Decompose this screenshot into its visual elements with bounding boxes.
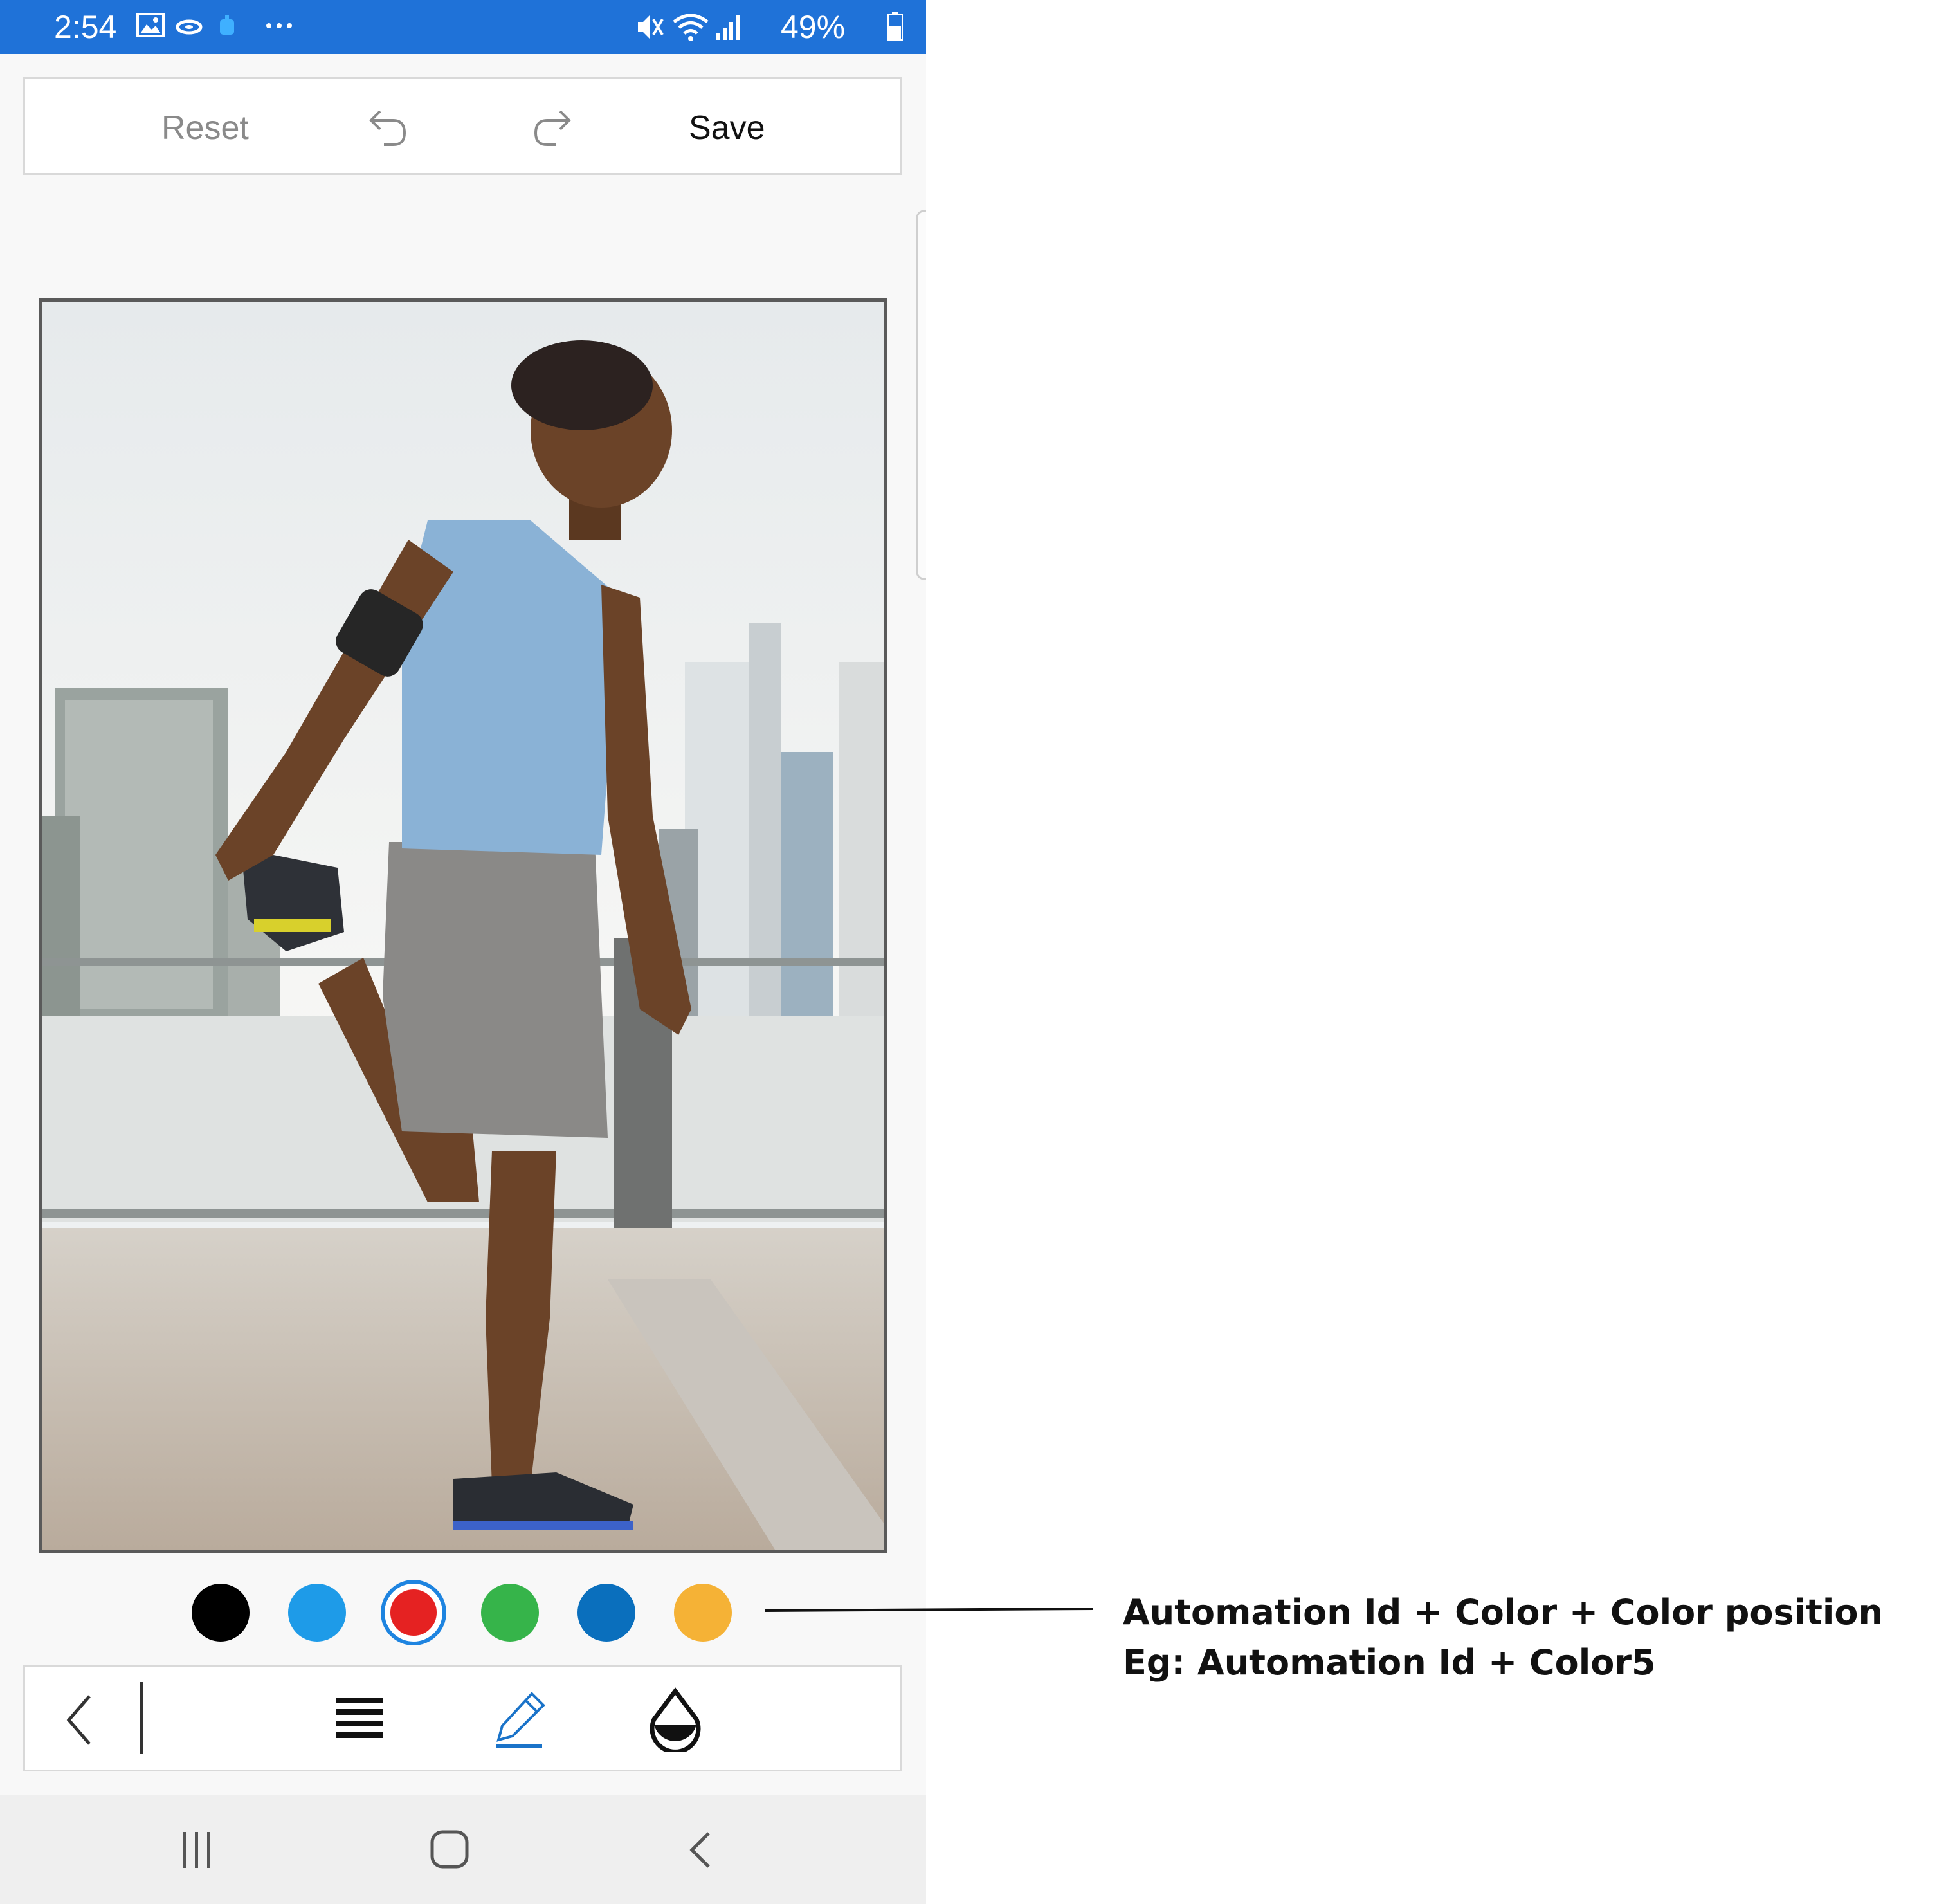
status-bar: 2:54 49% [0,0,926,54]
photo-image [42,302,884,1550]
undo-icon[interactable] [365,105,411,151]
color-palette [0,1580,926,1647]
recent-apps-icon[interactable] [177,1829,216,1871]
drawing-canvas[interactable] [39,298,887,1553]
mute-icon [638,15,664,39]
annotation-line-1: Automation Id + Color + Color position [1123,1592,1883,1633]
wifi-icon [673,14,709,41]
line-weight-icon[interactable] [334,1694,385,1745]
phone-screen: 2:54 49% Reset Save [0,0,926,1904]
annotation-note: Automation Id + Color + Color position E… [1123,1588,1895,1688]
redo-icon[interactable] [529,105,576,151]
status-time: 2:54 [54,9,117,45]
pen-icon[interactable] [493,1689,551,1750]
battery-percent: 49% [781,9,846,45]
signal-icon [716,15,740,40]
home-icon[interactable] [427,1827,472,1872]
ink-drop-icon[interactable] [646,1687,704,1752]
toolbar-divider [140,1682,143,1754]
color-swatch-2[interactable] [288,1584,346,1642]
bottom-toolbar [23,1665,902,1771]
app-icon [220,15,234,35]
gallery-icon [136,13,165,37]
system-nav-bar [0,1795,926,1904]
save-button[interactable]: Save [689,110,765,146]
annotation-pointer-line [765,1608,1093,1612]
back-icon[interactable] [686,1829,716,1871]
color-swatch-3[interactable] [385,1584,442,1642]
annotation-line-2: Eg: Automation Id + Color5 [1123,1642,1656,1683]
color-swatch-5[interactable] [577,1584,635,1642]
cloud-icon [176,19,203,35]
color-swatch-4[interactable] [481,1584,539,1642]
battery-icon [887,12,903,41]
color-swatch-6[interactable] [674,1584,732,1642]
color-swatch-1[interactable] [192,1584,250,1642]
more-dots-icon [266,23,292,28]
scroll-edge-handle[interactable] [916,210,926,580]
top-toolbar: Reset Save [23,77,902,175]
reset-button[interactable]: Reset [161,110,249,146]
back-chevron-icon[interactable] [64,1691,102,1749]
